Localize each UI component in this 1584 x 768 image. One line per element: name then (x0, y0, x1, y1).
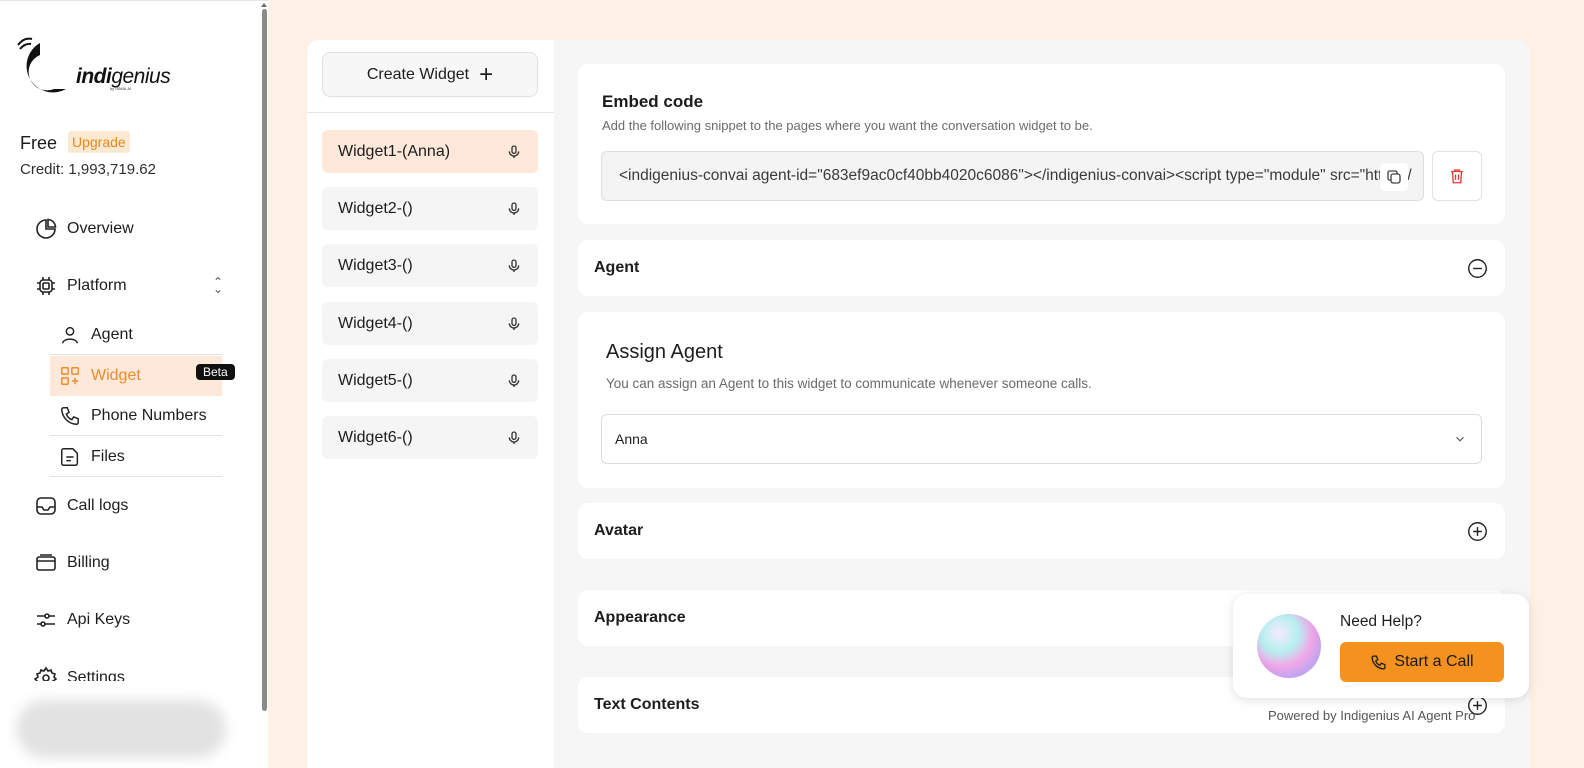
chip-icon (37, 277, 55, 295)
agent-section-title: Agent (594, 259, 640, 276)
create-widget-label: Create Widget (366, 65, 470, 83)
copy-button[interactable] (1380, 163, 1408, 191)
avatar-section-header[interactable] (578, 503, 1505, 559)
sidebar-item-phone-numbers[interactable]: Phone Numbers (50, 396, 222, 436)
microphone-icon (508, 430, 520, 444)
brand-logo[interactable]: indigenius by ISMAI.AI (14, 31, 171, 103)
avatar-section-title: Avatar (594, 522, 644, 539)
nav-api-keys-label: Api Keys (67, 611, 131, 628)
nav-settings-label: Settings (67, 669, 125, 681)
trash-icon (1451, 169, 1463, 184)
widget-name: Widget4-() (338, 314, 413, 332)
inbox-icon (36, 497, 56, 515)
sidebar-item-agent-label: Agent (91, 325, 133, 343)
nav-call-logs-label: Call logs (67, 497, 129, 514)
create-widget-button[interactable]: Create Widget + (322, 52, 538, 97)
nav-settings-clip: Settings (0, 661, 258, 681)
widget-name: Widget1-(Anna) (338, 142, 451, 160)
copy-icon (1387, 170, 1401, 184)
nav-platform-label: Platform (67, 277, 127, 294)
plus-icon: + (479, 60, 494, 88)
sliders-icon (37, 613, 55, 627)
sidebar-scrollbar[interactable] (262, 9, 267, 711)
credit-balance: Credit: 1,993,719.62 (20, 161, 156, 178)
sidebar: indigenius by ISMAI.AI Free Upgrade Cred… (0, 0, 268, 768)
sidebar-item-files-label: Files (91, 447, 125, 465)
nav-billing[interactable]: Billing (34, 551, 110, 575)
phone-icon (61, 406, 79, 425)
user-icon (61, 326, 79, 344)
assign-agent-description: You can assign an Agent to this widget t… (606, 376, 1092, 391)
plan-label: Free (20, 133, 58, 153)
nav-platform[interactable]: Platform (34, 274, 127, 298)
widget-list-item[interactable]: Widget4-() (322, 302, 538, 345)
widget-name: Widget5-() (338, 371, 413, 389)
assistant-orb-avatar (1257, 614, 1321, 678)
assign-agent-title: Assign Agent (606, 341, 723, 363)
microphone-icon (508, 144, 520, 158)
agent-select[interactable]: Anna (601, 414, 1482, 464)
widget-list-item[interactable]: Widget1-(Anna) (322, 130, 538, 173)
widget-list-item[interactable]: Widget2-() (322, 187, 538, 230)
expand-plus-icon[interactable] (1467, 521, 1488, 542)
chevron-down-icon (1456, 436, 1464, 442)
agent-section-header[interactable] (578, 240, 1505, 296)
sidebar-item-phone-numbers-label: Phone Numbers (91, 406, 207, 424)
widget-name: Widget6-() (338, 428, 413, 446)
phone-icon (1371, 654, 1386, 670)
embed-code-text: <indigenius-convai agent-id="683ef9ac0cf… (619, 167, 1412, 184)
microphone-icon (508, 316, 520, 330)
nav-call-logs[interactable]: Call logs (34, 494, 128, 518)
sidebar-item-files[interactable]: Files (50, 437, 222, 477)
widget-list-item[interactable]: Widget5-() (322, 359, 538, 402)
settings-icon (34, 666, 58, 681)
sidebar-item-widget-label: Widget (91, 367, 141, 384)
powered-by-text: Powered by Indigenius AI Agent Pro (1268, 708, 1476, 723)
nav-settings[interactable]: Settings (34, 666, 125, 681)
nav-overview-label: Overview (67, 220, 134, 237)
need-help-label: Need Help? (1340, 613, 1422, 630)
chevron-updown-icon[interactable]: ⌃ ⌄ (213, 276, 223, 295)
start-call-label: Start a Call (1394, 653, 1474, 670)
pie-chart-icon (36, 218, 57, 239)
nav-api-keys[interactable]: Api Keys (34, 608, 130, 632)
divider (307, 112, 554, 113)
widget-list-item[interactable]: Widget3-() (322, 244, 538, 287)
credit-card-icon (36, 554, 56, 571)
logo-mark-icon (17, 37, 66, 93)
widget-list-item[interactable]: Widget6-() (322, 416, 538, 459)
microphone-icon (508, 373, 520, 387)
agent-select-value: Anna (615, 431, 648, 447)
nav-billing-label: Billing (67, 554, 110, 571)
beta-badge: Beta (196, 364, 235, 380)
brand-subtext: by ISMAI.AI (110, 86, 132, 91)
sidebar-item-agent[interactable]: Agent (50, 315, 222, 355)
user-profile-blurred[interactable] (16, 700, 226, 758)
widget-name: Widget3-() (338, 256, 413, 274)
start-call-button[interactable]: Start a Call (1340, 642, 1504, 682)
delete-widget-button[interactable] (1432, 151, 1482, 201)
scroll-up-arrow[interactable] (261, 3, 267, 7)
text-contents-section-title: Text Contents (594, 696, 700, 713)
collapse-minus-icon[interactable] (1467, 258, 1488, 279)
upgrade-button[interactable]: Upgrade (68, 131, 130, 153)
widget-grid-icon (61, 367, 79, 385)
embed-code-field[interactable]: <indigenius-convai agent-id="683ef9ac0cf… (601, 151, 1424, 201)
microphone-icon (508, 258, 520, 272)
widget-name: Widget2-() (338, 199, 413, 217)
file-icon (61, 447, 79, 466)
nav-overview[interactable]: Overview (34, 217, 134, 241)
microphone-icon (508, 201, 520, 215)
embed-code-description: Add the following snippet to the pages w… (602, 118, 1093, 133)
embed-code-title: Embed code (602, 92, 704, 111)
appearance-section-title: Appearance (594, 609, 686, 626)
